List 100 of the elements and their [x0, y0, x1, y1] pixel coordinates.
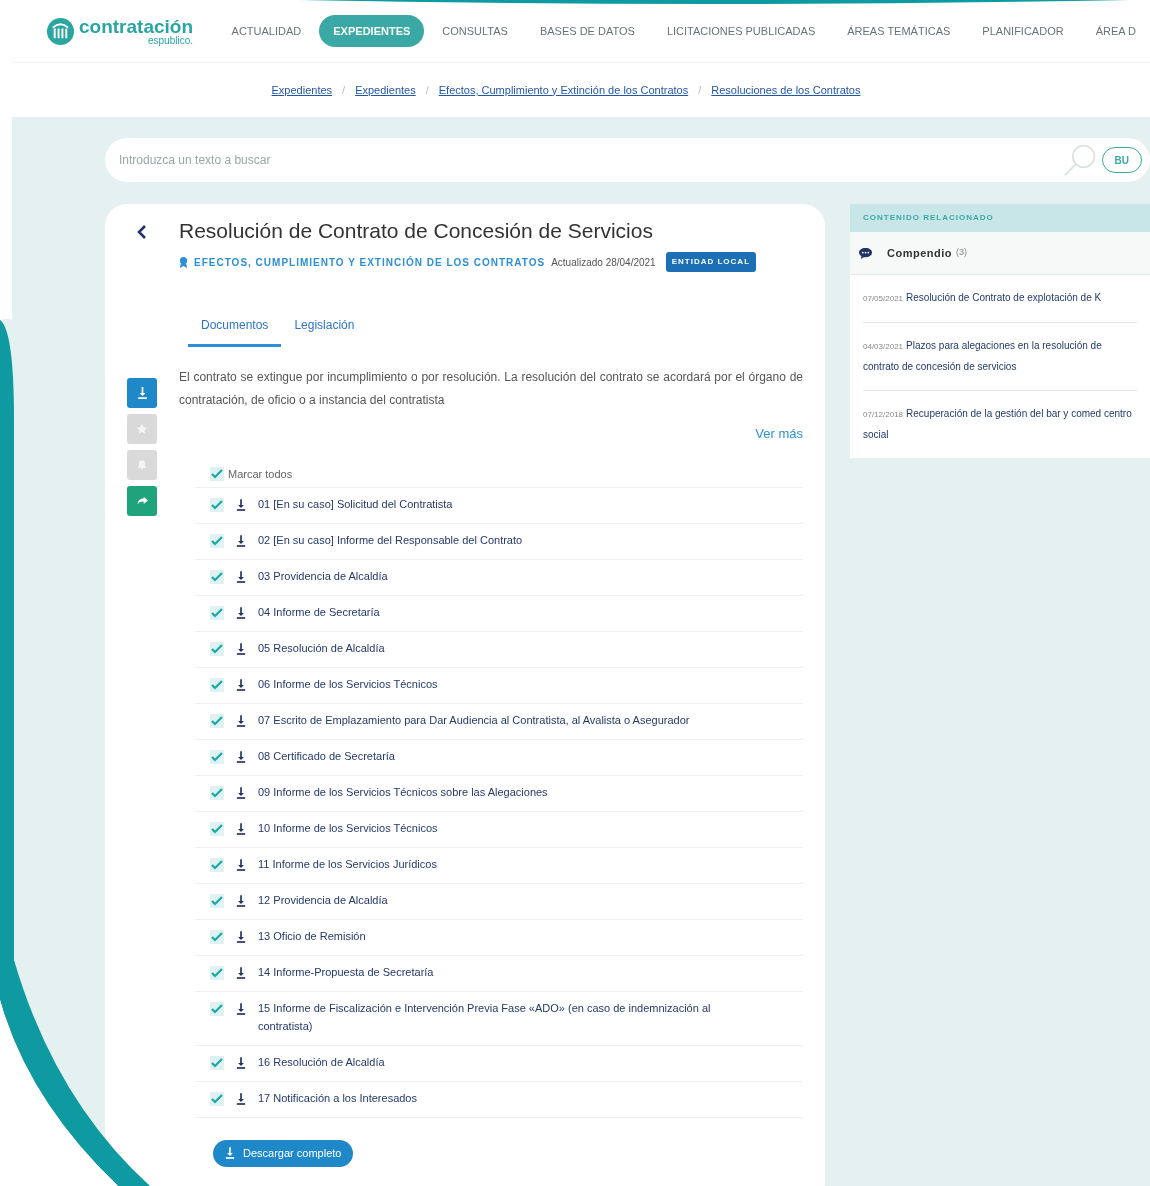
document-row[interactable]: 13 Oficio de Remisión	[195, 919, 803, 956]
checkbox[interactable]	[210, 497, 224, 512]
checkbox[interactable]	[210, 1001, 224, 1016]
document-title: Resolución de Contrato de Concesión de Servicios	[179, 218, 654, 244]
nav-link[interactable]: PLANIFICADOR	[968, 14, 1078, 48]
logo-text: contratación	[79, 16, 194, 36]
breadcrumb-link[interactable]: Expedientes	[355, 81, 416, 99]
checkbox[interactable]	[210, 785, 224, 800]
document-name: 15 Informe de Fiscalización e Intervención Previa Fase «ADO» (en caso de indemnización al contratista)	[258, 1000, 712, 1034]
select-all-label: Marcar todos	[228, 467, 293, 482]
checkbox[interactable]	[210, 677, 224, 692]
breadcrumb-separator: /	[342, 82, 346, 98]
checkbox[interactable]	[210, 713, 224, 728]
download-button[interactable]	[127, 378, 157, 409]
see-more-link[interactable]: Ver más	[755, 424, 803, 444]
award-icon	[179, 256, 188, 268]
document-name: 10 Informe de los Servicios Técnicos	[258, 820, 439, 836]
section-title: Compendio	[887, 245, 952, 261]
nav-link[interactable]: ÁREAS TEMÁTICAS	[833, 14, 965, 48]
document-name: 17 Notificación a los Interesados	[258, 1090, 418, 1106]
checkbox[interactable]	[210, 641, 224, 656]
related-item[interactable]: 07/12/2018 Recuperación de la gestión del bar y comed centro social	[863, 404, 1137, 445]
document-name: 12 Providencia de Alcaldía	[258, 892, 389, 908]
document-name: 04 Informe de Secretaría	[258, 604, 381, 620]
document-name: 11 Informe de los Servicios Jurídicos	[258, 856, 438, 872]
download-icon	[225, 1147, 235, 1160]
document-row[interactable]: 17 Notificación a los Interesados	[195, 1081, 803, 1118]
logo-icon	[46, 16, 75, 46]
document-name: 08 Certificado de Secretaría	[258, 748, 396, 764]
related-heading: CONTENIDO RELACIONADO	[850, 204, 1150, 233]
nav-link[interactable]: ACTUALIDAD	[217, 14, 316, 48]
tab[interactable]: Legislación	[281, 316, 368, 348]
checkbox[interactable]	[210, 929, 224, 944]
nav-link[interactable]: ÁREA D	[1081, 14, 1150, 48]
document-row[interactable]: 04 Informe de Secretaría	[195, 595, 803, 632]
breadcrumb-link[interactable]: Resoluciones de los Contratos	[711, 81, 861, 99]
document-row[interactable]: 14 Informe-Propuesta de Secretaría	[195, 955, 803, 992]
document-row[interactable]: 10 Informe de los Servicios Técnicos	[195, 811, 803, 848]
download-icon	[236, 930, 246, 943]
document-row[interactable]: 02 [En su caso] Informe del Responsable del Contrato	[195, 523, 803, 560]
document-row[interactable]: 05 Resolución de Alcaldía	[195, 631, 803, 668]
checkbox[interactable]	[210, 857, 224, 872]
related-item[interactable]: 07/05/2021 Resolución de Contrato de explotación de K	[863, 288, 1137, 309]
download-icon	[236, 714, 246, 727]
download-icon	[136, 387, 148, 400]
document-row[interactable]: 08 Certificado de Secretaría	[195, 739, 803, 776]
download-icon	[236, 1092, 246, 1105]
download-icon	[236, 498, 246, 511]
document-row[interactable]: 15 Informe de Fiscalización e Intervención Previa Fase «ADO» (en caso de indemnización al contratista)	[195, 991, 803, 1046]
download-icon	[236, 606, 246, 619]
updated-date: Actualizado 28/04/2021	[551, 255, 656, 270]
section-count: (3)	[956, 246, 967, 260]
document-row[interactable]: 16 Resolución de Alcaldía	[195, 1045, 803, 1082]
checkbox[interactable]	[210, 749, 224, 764]
checkbox[interactable]	[210, 821, 224, 836]
document-row[interactable]: 07 Escrito de Emplazamiento para Dar Audiencia al Contratista, al Avalista o Asegurador	[195, 703, 803, 740]
download-icon	[236, 1002, 246, 1015]
chevron-left-icon	[137, 224, 147, 240]
download-icon	[236, 966, 246, 979]
tab[interactable]: Documentos	[188, 316, 282, 348]
nav-link[interactable]: BASES DE DATOS	[525, 14, 649, 48]
document-row[interactable]: 01 [En su caso] Solicitud del Contratista	[195, 487, 803, 524]
category-label: EFECTOS, CUMPLIMIENTO Y EXTINCIÓN DE LOS CONTRATOS	[194, 255, 546, 270]
checkbox[interactable]	[210, 893, 224, 908]
document-name: 13 Oficio de Remisión	[258, 928, 367, 944]
document-row[interactable]: 09 Informe de los Servicios Técnicos sobre las Alegaciones	[195, 775, 803, 812]
document-name: 14 Informe-Propuesta de Secretaría	[258, 964, 435, 980]
description-text: El contrato se extingue por incumplimiento o por resolución. La resolución del contrato se acordará por el órgano de contratación, de oficio o a instancia del contratista	[179, 369, 803, 410]
download-icon	[236, 570, 246, 583]
breadcrumb-separator: /	[425, 82, 429, 98]
breadcrumb-link[interactable]: Expedientes	[271, 81, 333, 99]
download-icon	[236, 894, 246, 907]
download-icon	[236, 750, 246, 763]
download-icon	[236, 642, 246, 655]
breadcrumb-link[interactable]: Efectos, Cumplimiento y Extinción de los Contratos	[438, 81, 689, 99]
document-name: 05 Resolución de Alcaldía	[258, 640, 386, 656]
share-button[interactable]	[127, 486, 157, 517]
checkbox[interactable]	[210, 1091, 224, 1106]
document-name: 16 Resolución de Alcaldía	[258, 1054, 386, 1070]
download-icon	[236, 822, 246, 835]
checkbox[interactable]	[210, 533, 224, 548]
checkbox[interactable]	[210, 569, 224, 584]
document-row[interactable]: 11 Informe de los Servicios Jurídicos	[195, 847, 803, 884]
nav-link[interactable]: LICITACIONES PUBLICADAS	[652, 14, 830, 48]
download-icon	[236, 534, 246, 547]
document-name: 03 Providencia de Alcaldía	[258, 568, 389, 584]
chat-bubble-icon	[858, 246, 873, 260]
related-item[interactable]: 04/03/2021 Plazos para alegaciones en la resolución de contrato de concesión de servicios	[863, 336, 1137, 377]
document-row[interactable]: 06 Informe de los Servicios Técnicos	[195, 667, 803, 704]
document-row[interactable]: 12 Providencia de Alcaldía	[195, 883, 803, 920]
checkbox[interactable]	[210, 1055, 224, 1070]
logo-subtext: espublico.	[148, 35, 194, 46]
checkbox[interactable]	[210, 965, 224, 980]
nav-link[interactable]: CONSULTAS	[428, 14, 522, 48]
checkbox[interactable]	[210, 605, 224, 620]
download-all-button[interactable]: Descargar completo	[213, 1139, 354, 1167]
document-row[interactable]: 03 Providencia de Alcaldía	[195, 559, 803, 596]
checkbox[interactable]	[210, 467, 224, 482]
star-icon	[136, 423, 148, 436]
bell-icon	[136, 459, 148, 472]
